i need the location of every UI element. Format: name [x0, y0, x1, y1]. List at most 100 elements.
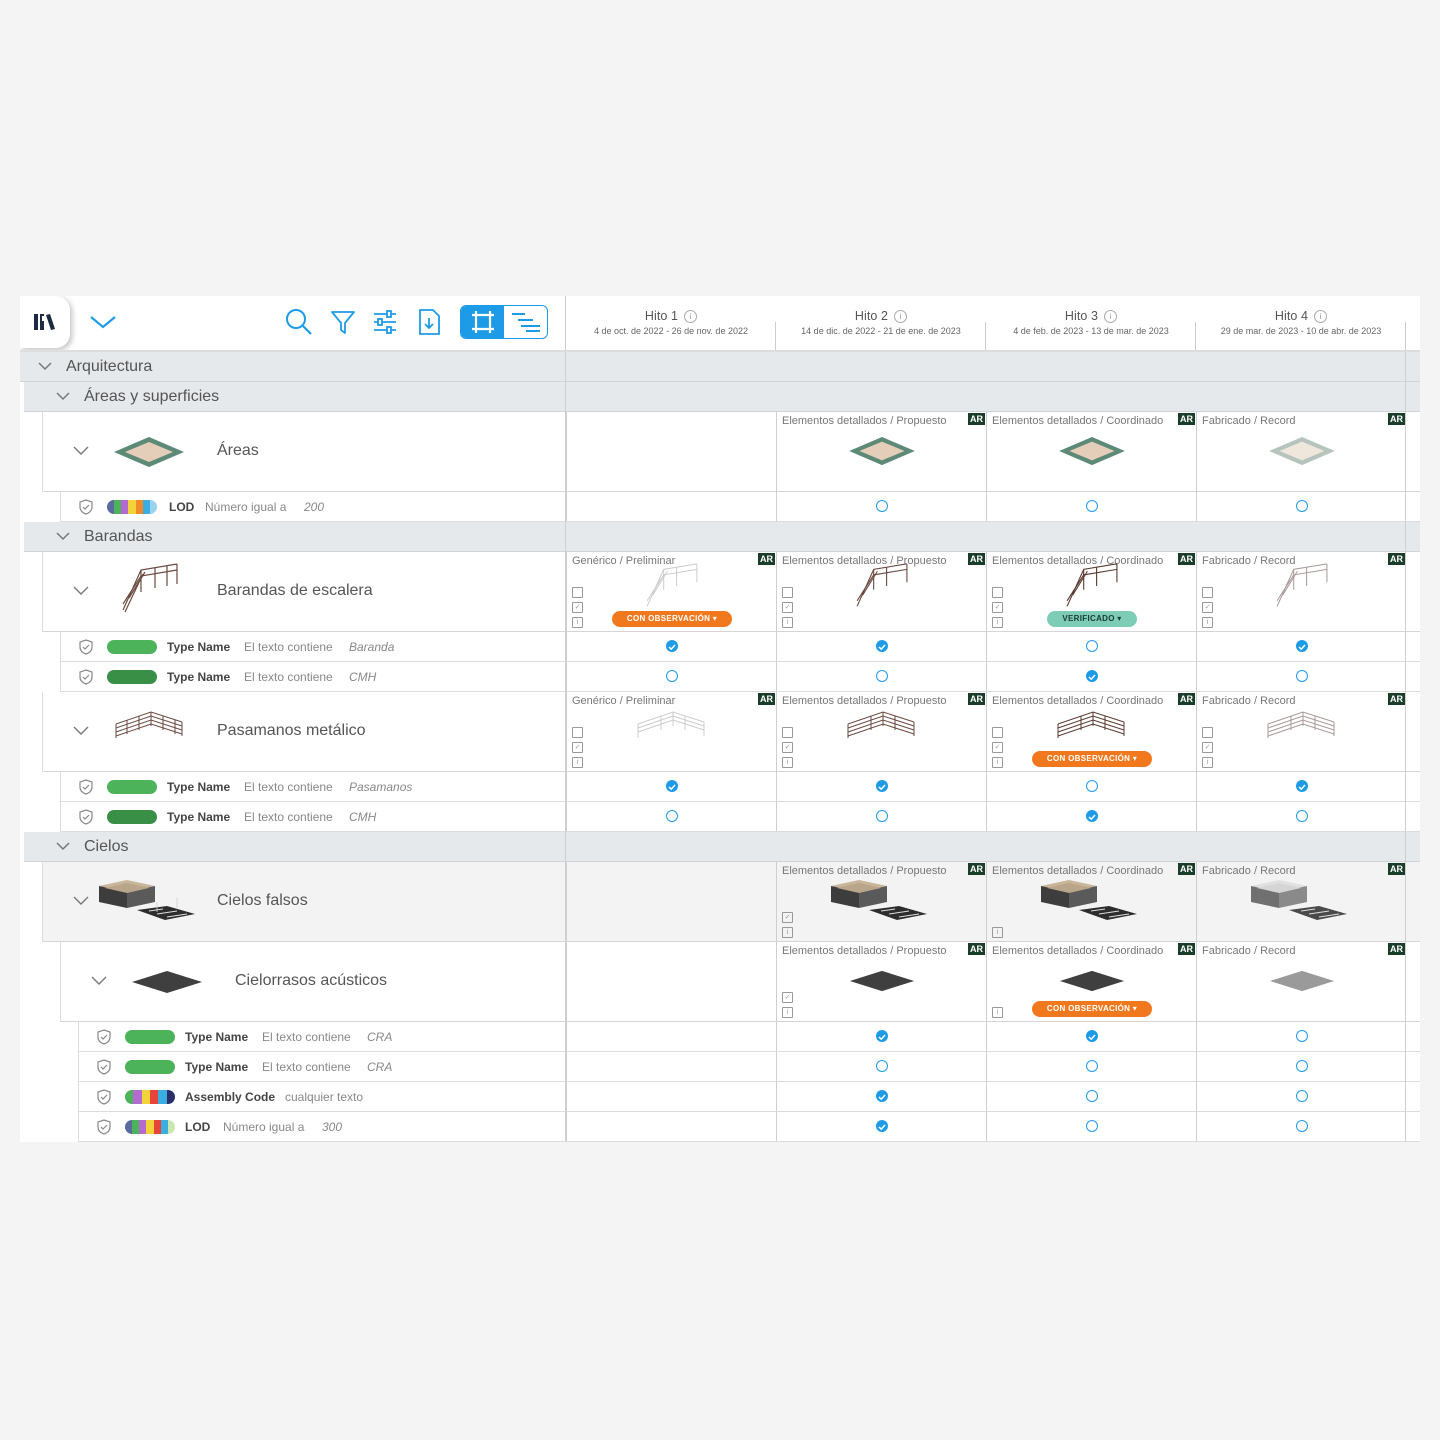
chevron-down-icon[interactable] — [73, 446, 89, 456]
lod-cell[interactable]: Elementos detallados / Propuesto AR — [776, 412, 986, 491]
check-cell[interactable] — [986, 802, 1196, 831]
unchecked-circle-icon[interactable] — [1086, 1120, 1098, 1132]
unchecked-circle-icon[interactable] — [1296, 810, 1308, 822]
lod-cell[interactable]: Fabricado / Record AR — [1196, 862, 1406, 941]
chevron-down-icon[interactable] — [73, 726, 89, 736]
check-cell[interactable] — [1196, 662, 1406, 691]
check-circle-icon[interactable] — [1086, 1030, 1098, 1042]
checklist-icon[interactable]: ✓ — [782, 992, 793, 1003]
check-cell[interactable] — [1196, 492, 1406, 521]
lod-cell[interactable]: Genérico / Preliminar AR ✓ i CON OBSERVACI… — [566, 552, 776, 631]
lod-cell[interactable]: Elementos detallados / Propuesto AR ✓ i — [776, 552, 986, 631]
unchecked-circle-icon[interactable] — [1296, 1120, 1308, 1132]
chevron-down-icon[interactable] — [56, 391, 70, 401]
check-cell[interactable] — [986, 1052, 1196, 1081]
group-row-areas-superficies[interactable]: Áreas y superficies — [24, 382, 1420, 412]
check-cell[interactable] — [1196, 1082, 1406, 1111]
unchecked-circle-icon[interactable] — [876, 500, 888, 512]
checklist-icon[interactable]: ✓ — [782, 602, 793, 613]
review-status-badge[interactable]: CON OBSERVACIÓN ▾ — [612, 611, 732, 627]
check-circle-icon[interactable] — [876, 1030, 888, 1042]
rule-row[interactable]: Assembly Code cualquier texto — [78, 1082, 1420, 1112]
rule-row[interactable]: LOD Número igual a 300 — [78, 1112, 1420, 1142]
shield-check-icon[interactable] — [97, 1089, 111, 1105]
check-cell[interactable] — [1196, 1112, 1406, 1141]
view-dropdown-toggle[interactable] — [88, 306, 118, 338]
lod-cell[interactable]: Elementos detallados / Propuesto AR ✓ i — [776, 862, 986, 941]
check-circle-icon[interactable] — [666, 640, 678, 652]
info-doc-icon[interactable]: i — [572, 757, 583, 768]
lod-cell[interactable] — [566, 942, 776, 1021]
file-icon[interactable] — [1202, 727, 1213, 738]
chevron-down-icon[interactable] — [38, 361, 52, 371]
file-icon[interactable] — [572, 587, 583, 598]
check-cell[interactable] — [776, 492, 986, 521]
info-doc-icon[interactable]: i — [572, 617, 583, 628]
unchecked-circle-icon[interactable] — [666, 670, 678, 682]
check-cell[interactable] — [776, 1022, 986, 1051]
element-row-barandas-escalera[interactable]: Barandas de escalera Genérico / Prelimin… — [42, 552, 1420, 632]
library-button[interactable] — [20, 296, 70, 348]
review-status-badge[interactable]: CON OBSERVACIÓN ▾ — [1032, 1001, 1152, 1017]
unchecked-circle-icon[interactable] — [1086, 1060, 1098, 1072]
chevron-down-icon[interactable] — [91, 976, 107, 986]
group-row-barandas[interactable]: Barandas — [24, 522, 1420, 552]
check-cell[interactable] — [566, 802, 776, 831]
rule-row[interactable]: Type Name El texto contiene Pasamanos — [60, 772, 1420, 802]
rule-row[interactable]: Type Name El texto contiene CMH — [60, 802, 1420, 832]
unchecked-circle-icon[interactable] — [1296, 1060, 1308, 1072]
chevron-down-icon[interactable] — [56, 841, 70, 851]
lod-cell[interactable]: Fabricado / Record AR — [1196, 942, 1406, 1021]
file-icon[interactable] — [782, 727, 793, 738]
info-icon[interactable]: i — [894, 310, 908, 323]
unchecked-circle-icon[interactable] — [876, 670, 888, 682]
unchecked-circle-icon[interactable] — [1296, 1090, 1308, 1102]
unchecked-circle-icon[interactable] — [1086, 780, 1098, 792]
check-circle-icon[interactable] — [666, 780, 678, 792]
check-circle-icon[interactable] — [876, 1120, 888, 1132]
rule-row[interactable]: LOD Número igual a 200 — [60, 492, 1420, 522]
check-cell[interactable] — [1196, 632, 1406, 661]
check-cell[interactable] — [566, 662, 776, 691]
lod-cell[interactable]: Genérico / Preliminar AR ✓ i — [566, 692, 776, 771]
info-doc-icon[interactable]: i — [992, 617, 1003, 628]
rule-row[interactable]: Type Name El texto contiene CRA — [78, 1022, 1420, 1052]
unchecked-circle-icon[interactable] — [1086, 640, 1098, 652]
filter-button[interactable] — [328, 306, 358, 338]
lod-cell[interactable]: Elementos detallados / Coordinado AR ✓ i V… — [986, 552, 1196, 631]
unchecked-circle-icon[interactable] — [1296, 1030, 1308, 1042]
lod-cell[interactable]: Elementos detallados / Propuesto AR ✓ i — [776, 942, 986, 1021]
info-doc-icon[interactable]: i — [782, 927, 793, 938]
info-icon[interactable]: i — [684, 310, 698, 323]
check-cell[interactable] — [986, 632, 1196, 661]
element-row-areas[interactable]: Áreas Elementos detallados / Propuesto AR… — [42, 412, 1420, 492]
check-cell[interactable] — [986, 1082, 1196, 1111]
info-icon[interactable]: i — [1314, 310, 1328, 323]
check-cell[interactable] — [986, 1112, 1196, 1141]
check-cell[interactable] — [986, 662, 1196, 691]
lod-cell[interactable]: Fabricado / Record AR — [1196, 412, 1406, 491]
shield-check-icon[interactable] — [79, 779, 93, 795]
lod-cell[interactable]: Elementos detallados / Coordinado AR i CO… — [986, 942, 1196, 1021]
check-circle-icon[interactable] — [876, 780, 888, 792]
check-circle-icon[interactable] — [1296, 640, 1308, 652]
chevron-down-icon[interactable] — [73, 586, 89, 596]
unchecked-circle-icon[interactable] — [666, 810, 678, 822]
rule-row[interactable]: Type Name El texto contiene CRA — [78, 1052, 1420, 1082]
info-doc-icon[interactable]: i — [782, 1007, 793, 1018]
check-circle-icon[interactable] — [1086, 810, 1098, 822]
lod-cell[interactable]: Fabricado / Record AR ✓ i — [1196, 692, 1406, 771]
unchecked-circle-icon[interactable] — [1296, 670, 1308, 682]
check-cell[interactable] — [1196, 772, 1406, 801]
search-button[interactable] — [284, 306, 314, 338]
check-cell[interactable] — [1196, 1022, 1406, 1051]
file-icon[interactable] — [782, 587, 793, 598]
check-cell[interactable] — [566, 772, 776, 801]
checklist-icon[interactable]: ✓ — [1202, 742, 1213, 753]
check-circle-icon[interactable] — [876, 1090, 888, 1102]
shield-check-icon[interactable] — [79, 669, 93, 685]
shield-check-icon[interactable] — [97, 1059, 111, 1075]
checklist-icon[interactable]: ✓ — [992, 602, 1003, 613]
check-cell[interactable] — [776, 1052, 986, 1081]
file-icon[interactable] — [992, 587, 1003, 598]
